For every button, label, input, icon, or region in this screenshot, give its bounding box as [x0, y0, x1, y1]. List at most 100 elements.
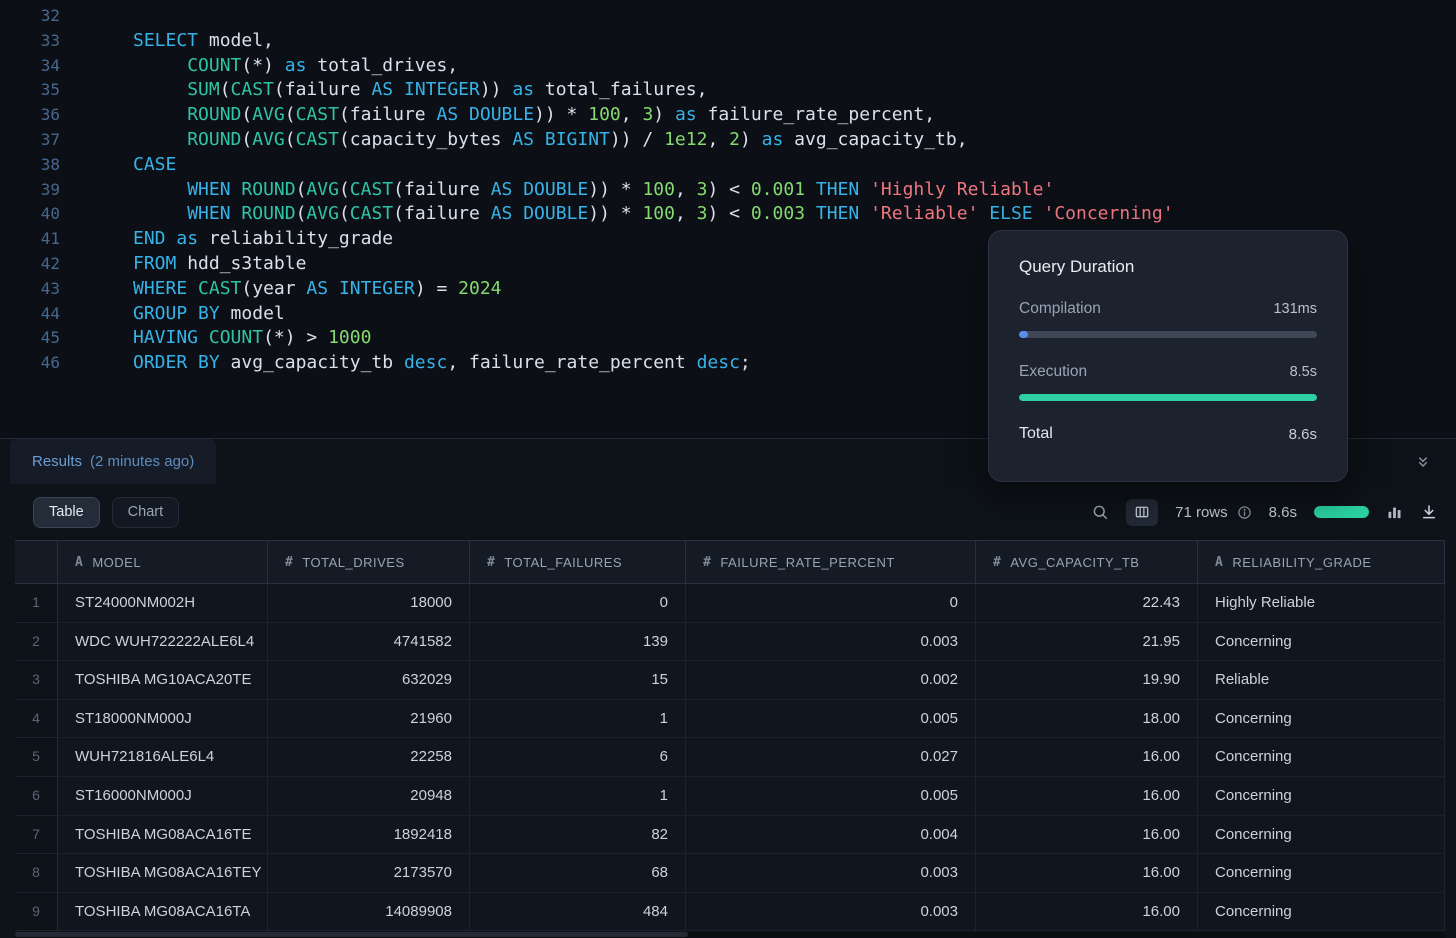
table-cell[interactable]: 21960	[268, 700, 470, 738]
table-row[interactable]: 2WDC WUH722222ALE6L447415821390.00321.95…	[15, 623, 1445, 662]
table-cell[interactable]: 0.003	[686, 854, 976, 892]
table-cell[interactable]: 0.005	[686, 700, 976, 738]
row-number-cell[interactable]: 4	[15, 700, 58, 738]
table-cell[interactable]: 484	[470, 893, 686, 931]
table-cell[interactable]: 632029	[268, 661, 470, 699]
table-cell[interactable]: 139	[470, 623, 686, 661]
row-number-cell[interactable]: 7	[15, 816, 58, 854]
column-header-reliability_grade[interactable]: ARELIABILITY_GRADE	[1198, 541, 1445, 583]
table-cell[interactable]: 68	[470, 854, 686, 892]
download-button[interactable]	[1420, 503, 1438, 521]
column-header-model[interactable]: AMODEL	[58, 541, 268, 583]
table-cell[interactable]: 14089908	[268, 893, 470, 931]
table-cell[interactable]: Concerning	[1198, 854, 1445, 892]
table-cell[interactable]: 0.004	[686, 816, 976, 854]
table-cell[interactable]: 22.43	[976, 584, 1198, 622]
column-header-avg_capacity_tb[interactable]: #AVG_CAPACITY_TB	[976, 541, 1198, 583]
view-tab-chart[interactable]: Chart	[112, 497, 179, 528]
horizontal-scrollbar[interactable]	[15, 932, 1445, 938]
table-cell[interactable]: 19.90	[976, 661, 1198, 699]
table-cell[interactable]: TOSHIBA MG10ACA20TE	[58, 661, 268, 699]
table-cell[interactable]: Concerning	[1198, 700, 1445, 738]
code-line[interactable]: 32	[0, 4, 1456, 29]
row-number-cell[interactable]: 8	[15, 854, 58, 892]
table-cell[interactable]: 18.00	[976, 700, 1198, 738]
table-cell[interactable]: ST16000NM000J	[58, 777, 268, 815]
table-row[interactable]: 3TOSHIBA MG10ACA20TE632029150.00219.90Re…	[15, 661, 1445, 700]
code-line[interactable]: 34 COUNT(*) as total_drives,	[0, 54, 1456, 79]
code-line[interactable]: 37 ROUND(AVG(CAST(capacity_bytes AS BIGI…	[0, 128, 1456, 153]
table-cell[interactable]: TOSHIBA MG08ACA16TA	[58, 893, 268, 931]
table-cell[interactable]: WDC WUH722222ALE6L4	[58, 623, 268, 661]
chart-view-button[interactable]	[1386, 504, 1403, 521]
table-cell[interactable]: 16.00	[976, 777, 1198, 815]
table-cell[interactable]: ST24000NM002H	[58, 584, 268, 622]
row-number-cell[interactable]: 5	[15, 738, 58, 776]
table-row[interactable]: 6ST16000NM000J2094810.00516.00Concerning	[15, 777, 1445, 816]
table-cell[interactable]: 16.00	[976, 893, 1198, 931]
code-line[interactable]: 39 WHEN ROUND(AVG(CAST(failure AS DOUBLE…	[0, 178, 1456, 203]
row-number-cell[interactable]: 6	[15, 777, 58, 815]
row-count-info[interactable]	[1237, 505, 1252, 520]
table-cell[interactable]: 0.002	[686, 661, 976, 699]
scrollbar-thumb[interactable]	[15, 932, 688, 937]
row-number-cell[interactable]: 3	[15, 661, 58, 699]
table-cell[interactable]: ST18000NM000J	[58, 700, 268, 738]
table-cell[interactable]: 0	[470, 584, 686, 622]
column-header-total_failures[interactable]: #TOTAL_FAILURES	[470, 541, 686, 583]
table-cell[interactable]: 16.00	[976, 816, 1198, 854]
code-token	[187, 303, 198, 324]
table-cell[interactable]: Highly Reliable	[1198, 584, 1445, 622]
table-cell[interactable]: 16.00	[976, 854, 1198, 892]
collapse-panel-button[interactable]	[1410, 449, 1436, 475]
table-cell[interactable]: Concerning	[1198, 623, 1445, 661]
table-cell[interactable]: TOSHIBA MG08ACA16TE	[58, 816, 268, 854]
view-tab-table[interactable]: Table	[33, 497, 100, 528]
table-cell[interactable]: 0.003	[686, 893, 976, 931]
table-row[interactable]: 9TOSHIBA MG08ACA16TA140899084840.00316.0…	[15, 893, 1445, 932]
table-cell[interactable]: 0.005	[686, 777, 976, 815]
table-cell[interactable]: 4741582	[268, 623, 470, 661]
code-token	[512, 179, 523, 200]
tab-results[interactable]: Results (2 minutes ago)	[10, 439, 216, 484]
table-row[interactable]: 7TOSHIBA MG08ACA16TE1892418820.00416.00C…	[15, 816, 1445, 855]
table-cell[interactable]: WUH721816ALE6L4	[58, 738, 268, 776]
table-cell[interactable]: 22258	[268, 738, 470, 776]
table-cell[interactable]: 1	[470, 700, 686, 738]
row-number-cell[interactable]: 1	[15, 584, 58, 622]
table-cell[interactable]: Concerning	[1198, 738, 1445, 776]
search-button[interactable]	[1091, 503, 1109, 521]
code-line[interactable]: 33SELECT model,	[0, 29, 1456, 54]
code-line[interactable]: 36 ROUND(AVG(CAST(failure AS DOUBLE)) * …	[0, 103, 1456, 128]
table-cell[interactable]: 82	[470, 816, 686, 854]
table-cell[interactable]: 15	[470, 661, 686, 699]
table-cell[interactable]: 1	[470, 777, 686, 815]
code-line[interactable]: 40 WHEN ROUND(AVG(CAST(failure AS DOUBLE…	[0, 202, 1456, 227]
table-cell[interactable]: TOSHIBA MG08ACA16TEY	[58, 854, 268, 892]
table-cell[interactable]: Concerning	[1198, 893, 1445, 931]
table-row[interactable]: 5WUH721816ALE6L42225860.02716.00Concerni…	[15, 738, 1445, 777]
table-row[interactable]: 8TOSHIBA MG08ACA16TEY2173570680.00316.00…	[15, 854, 1445, 893]
row-number-cell[interactable]: 2	[15, 623, 58, 661]
code-line[interactable]: 35 SUM(CAST(failure AS INTEGER)) as tota…	[0, 78, 1456, 103]
columns-toggle-button[interactable]	[1126, 499, 1158, 526]
table-cell[interactable]: 0	[686, 584, 976, 622]
table-cell[interactable]: 1892418	[268, 816, 470, 854]
column-header-total_drives[interactable]: #TOTAL_DRIVES	[268, 541, 470, 583]
table-cell[interactable]: Concerning	[1198, 777, 1445, 815]
table-row[interactable]: 1ST24000NM002H180000022.43Highly Reliabl…	[15, 584, 1445, 623]
table-row[interactable]: 4ST18000NM000J2196010.00518.00Concerning	[15, 700, 1445, 739]
table-cell[interactable]: Concerning	[1198, 816, 1445, 854]
code-line[interactable]: 38CASE	[0, 153, 1456, 178]
table-cell[interactable]: 0.003	[686, 623, 976, 661]
table-cell[interactable]: 2173570	[268, 854, 470, 892]
table-cell[interactable]: 20948	[268, 777, 470, 815]
table-cell[interactable]: 16.00	[976, 738, 1198, 776]
table-cell[interactable]: 0.027	[686, 738, 976, 776]
table-cell[interactable]: 21.95	[976, 623, 1198, 661]
column-header-failure_rate_percent[interactable]: #FAILURE_RATE_PERCENT	[686, 541, 976, 583]
table-cell[interactable]: Reliable	[1198, 661, 1445, 699]
table-cell[interactable]: 18000	[268, 584, 470, 622]
table-cell[interactable]: 6	[470, 738, 686, 776]
row-number-cell[interactable]: 9	[15, 893, 58, 931]
